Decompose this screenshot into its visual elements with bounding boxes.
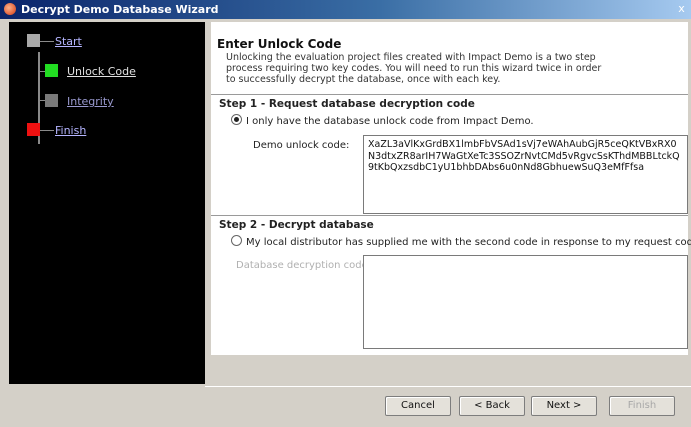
step-link-finish[interactable]: Finish: [55, 124, 86, 137]
demo-unlock-code-field[interactable]: XaZL3aVlKxGrdBX1lmbFbVSAd1sVj7eWAhAubGjR…: [363, 135, 688, 214]
step-divider: [211, 215, 688, 216]
button-bar-divider: [205, 386, 691, 387]
tree-connector: [40, 130, 54, 131]
back-button[interactable]: < Back: [459, 396, 525, 416]
close-button[interactable]: x: [674, 2, 689, 16]
step2-radio-button[interactable]: [231, 235, 242, 246]
step-link-unlock-code[interactable]: Unlock Code: [67, 65, 136, 78]
step2-radio-label: My local distributor has supplied me wit…: [246, 237, 691, 248]
database-decryption-code-label: Database decryption code:: [236, 260, 372, 271]
title-bar[interactable]: Decrypt Demo Database Wizard x: [0, 0, 691, 19]
cancel-button[interactable]: Cancel: [385, 396, 451, 416]
next-button[interactable]: Next >: [531, 396, 597, 416]
step1-radio-button[interactable]: [231, 114, 242, 125]
step-indicator-unlock-code: [45, 64, 58, 77]
wizard-window: Decrypt Demo Database Wizard x Start Unl…: [0, 0, 691, 427]
step-indicator-finish: [27, 123, 40, 136]
step2-title: Step 2 - Decrypt database: [219, 219, 374, 231]
step1-radio-label: I only have the database unlock code fro…: [246, 116, 534, 127]
demo-unlock-code-label: Demo unlock code:: [253, 140, 350, 151]
database-decryption-code-field[interactable]: [363, 255, 688, 349]
step1-title: Step 1 - Request database decryption cod…: [219, 98, 475, 110]
page-title: Enter Unlock Code: [217, 37, 342, 51]
app-icon: [4, 3, 16, 15]
step-link-integrity[interactable]: Integrity: [67, 95, 114, 108]
header-divider: [211, 94, 688, 95]
step1-radio-option[interactable]: I only have the database unlock code fro…: [231, 114, 534, 127]
step-indicator-integrity: [45, 94, 58, 107]
button-bar: Cancel < Back Next > Finish: [0, 386, 691, 427]
wizard-steps-pane: Start Unlock Code Integrity Finish: [9, 22, 205, 384]
step-indicator-start: [27, 34, 40, 47]
tree-connector: [40, 41, 54, 42]
step-link-start[interactable]: Start: [55, 35, 82, 48]
window-title: Decrypt Demo Database Wizard: [21, 3, 219, 16]
page-description: Unlocking the evaluation project files c…: [226, 52, 602, 85]
page-header: Enter Unlock Code Unlocking the evaluati…: [211, 22, 688, 92]
content-footer-area: [211, 355, 688, 384]
wizard-content: Enter Unlock Code Unlocking the evaluati…: [211, 22, 691, 384]
step2-radio-option[interactable]: My local distributor has supplied me wit…: [231, 235, 691, 248]
finish-button[interactable]: Finish: [609, 396, 675, 416]
